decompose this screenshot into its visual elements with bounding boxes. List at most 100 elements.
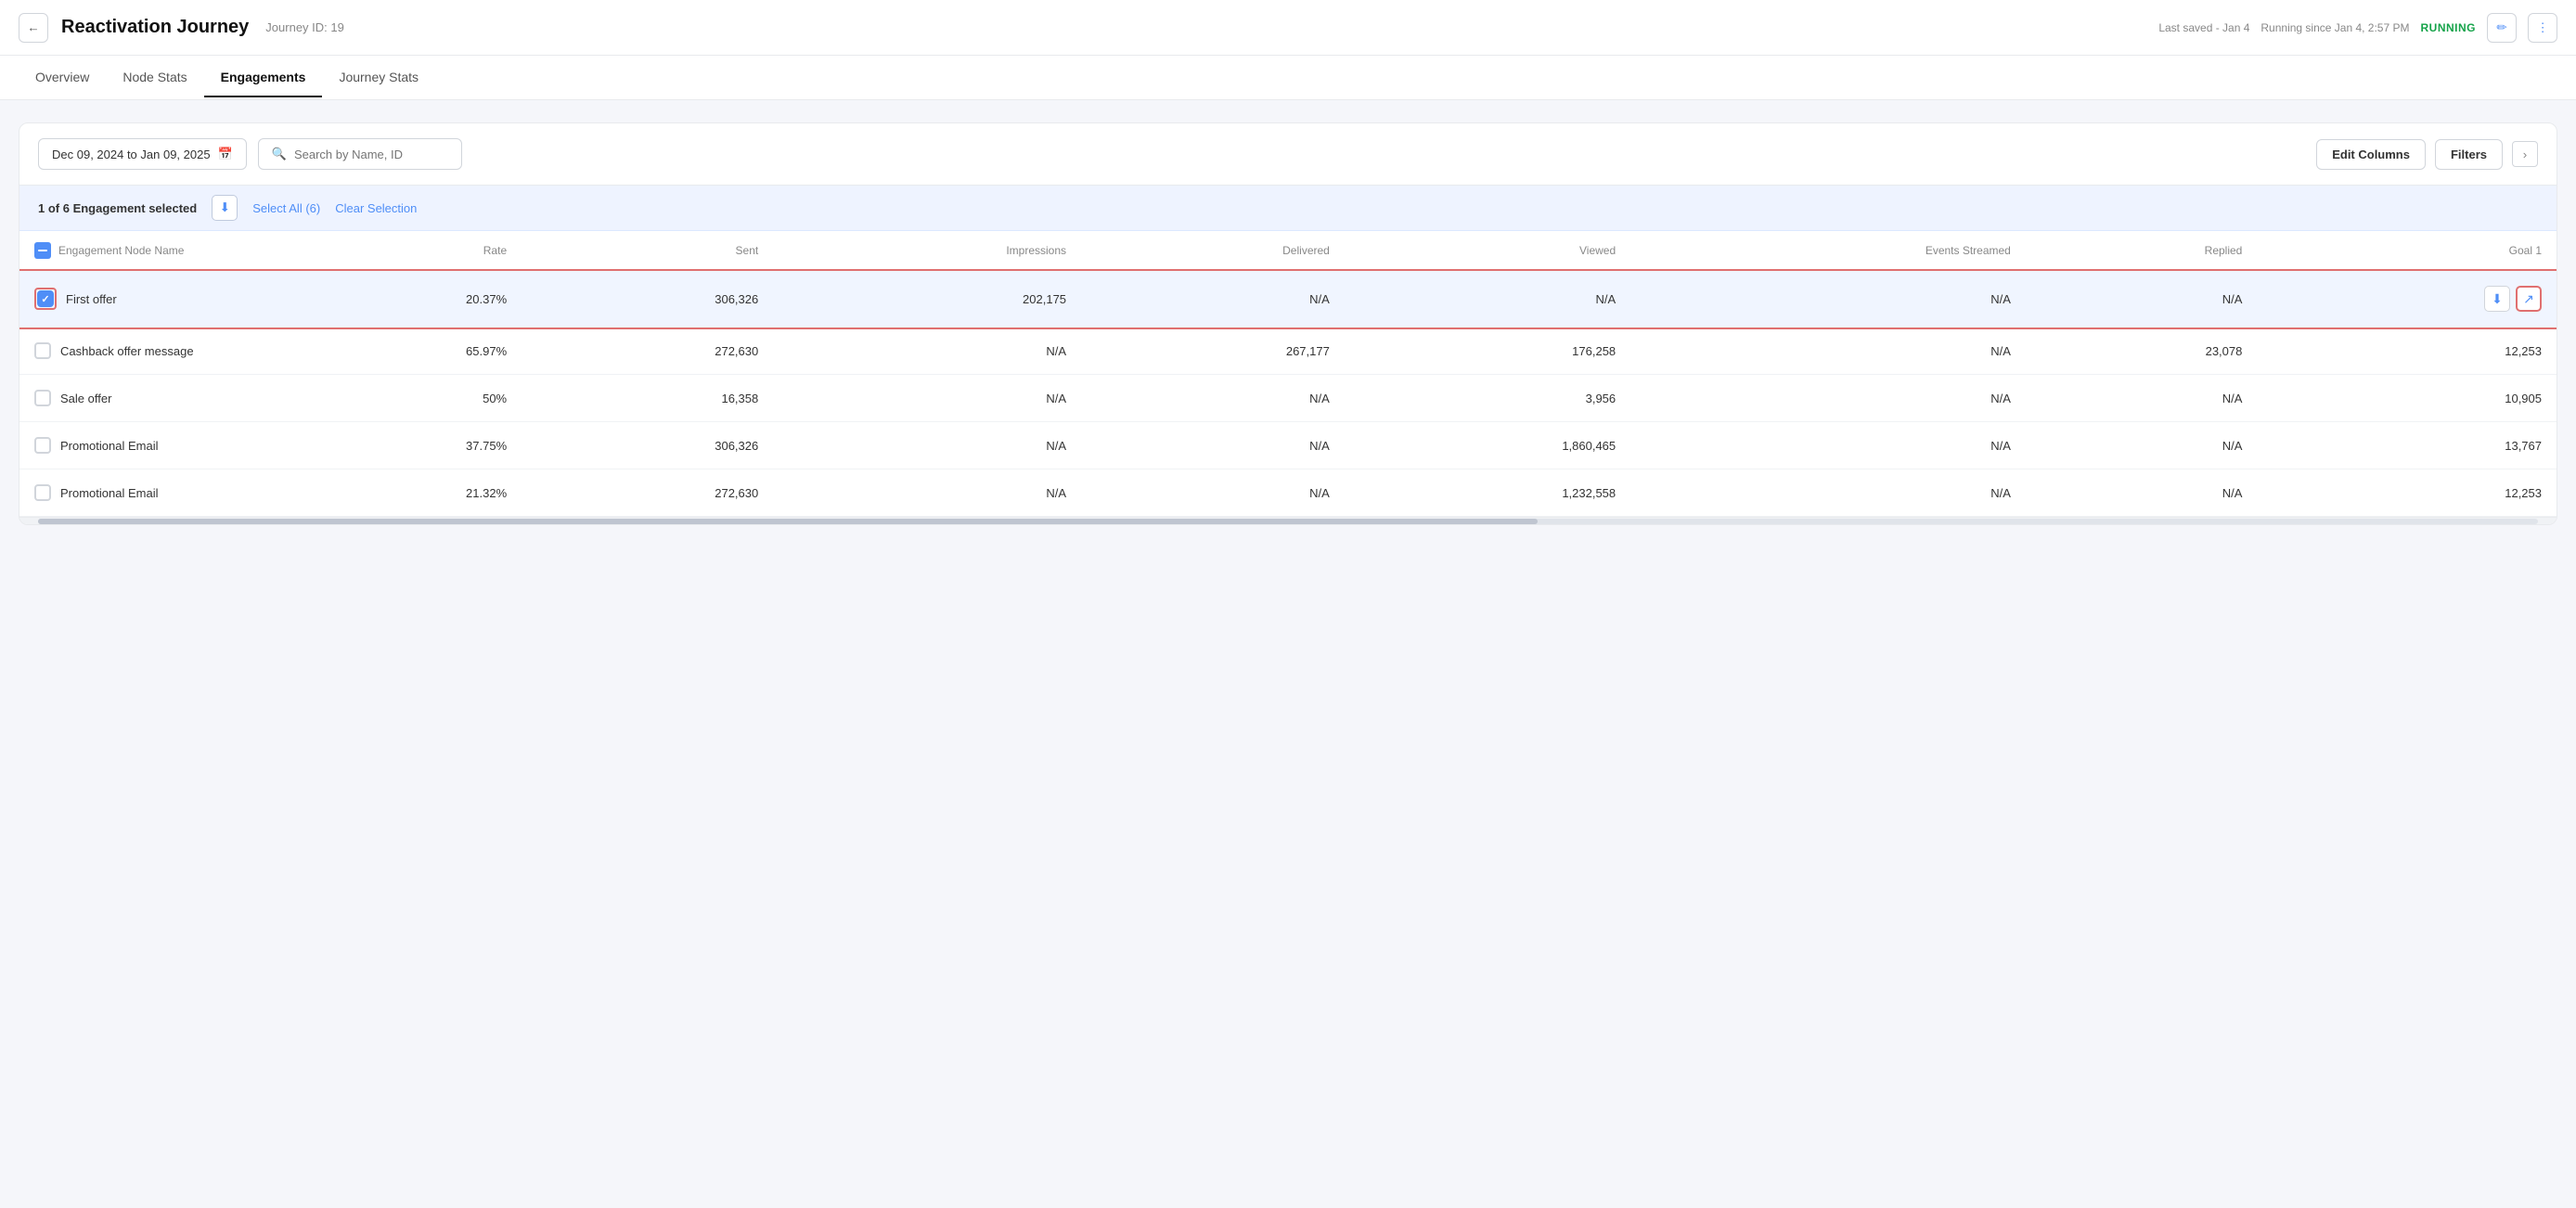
- row-sent: 306,326: [522, 422, 773, 469]
- row-impressions: N/A: [773, 469, 1081, 517]
- tab-overview[interactable]: Overview: [19, 58, 106, 97]
- clear-selection-link[interactable]: Clear Selection: [335, 201, 417, 215]
- row-selected-outline: [34, 288, 57, 310]
- row-events-streamed: N/A: [1630, 469, 2026, 517]
- row-engagement-name: Promotional Email: [60, 486, 159, 500]
- collapse-panel-button[interactable]: ›: [2512, 141, 2538, 167]
- tabs-bar: Overview Node Stats Engagements Journey …: [0, 56, 2576, 100]
- edit-icon: ✏: [2496, 20, 2506, 35]
- row-name-cell: Promotional Email: [19, 469, 279, 517]
- calendar-icon: 📅: [218, 147, 233, 161]
- table-header: Engagement Node Name Rate Sent Impressio…: [19, 231, 2557, 271]
- table-wrapper: Engagement Node Name Rate Sent Impressio…: [19, 231, 2557, 524]
- edit-icon-button[interactable]: ✏: [2487, 13, 2517, 43]
- engagements-table: Engagement Node Name Rate Sent Impressio…: [19, 231, 2557, 517]
- col-header-events-streamed: Events Streamed: [1630, 231, 2026, 271]
- row-goal1: ⬇ ↗: [2257, 271, 2557, 328]
- row-replied: N/A: [2026, 469, 2258, 517]
- row-replied: N/A: [2026, 375, 2258, 422]
- more-icon: ⋮: [2536, 20, 2548, 35]
- date-range-button[interactable]: Dec 09, 2024 to Jan 09, 2025 📅: [38, 138, 247, 170]
- col-header-replied: Replied: [2026, 231, 2258, 271]
- tab-node-stats[interactable]: Node Stats: [106, 58, 203, 97]
- row-download-button[interactable]: ⬇: [2484, 286, 2510, 312]
- row-delivered: N/A: [1081, 469, 1345, 517]
- app-header: ← Reactivation Journey Journey ID: 19 La…: [0, 0, 2576, 56]
- scrollbar-thumb: [38, 519, 1538, 524]
- row-sent: 272,630: [522, 328, 773, 375]
- row-rate: 65.97%: [279, 328, 522, 375]
- row-name-cell: Promotional Email: [19, 422, 279, 469]
- more-options-button[interactable]: ⋮: [2528, 13, 2557, 43]
- search-input[interactable]: [294, 148, 448, 161]
- horizontal-scrollbar[interactable]: [19, 517, 2557, 524]
- search-box: 🔍: [258, 138, 462, 170]
- header-left: ← Reactivation Journey Journey ID: 19: [19, 13, 344, 43]
- row-impressions: N/A: [773, 375, 1081, 422]
- row-external-link-button[interactable]: ↗: [2516, 286, 2542, 312]
- header-right: Last saved - Jan 4 Running since Jan 4, …: [2158, 13, 2557, 43]
- edit-columns-button[interactable]: Edit Columns: [2316, 139, 2426, 170]
- main-content: Dec 09, 2024 to Jan 09, 2025 📅 🔍 Edit Co…: [0, 100, 2576, 1208]
- row-sent: 272,630: [522, 469, 773, 517]
- download-selection-button[interactable]: ⬇: [212, 195, 238, 221]
- row-impressions: N/A: [773, 422, 1081, 469]
- row-events-streamed: N/A: [1630, 422, 2026, 469]
- chevron-right-icon: ›: [2523, 148, 2527, 161]
- col-header-goal1: Goal 1: [2257, 231, 2557, 271]
- toolbar-right: Edit Columns Filters ›: [2316, 139, 2538, 170]
- col-header-viewed: Viewed: [1345, 231, 1630, 271]
- download-icon: ⬇: [220, 200, 230, 215]
- row-checkbox[interactable]: [34, 437, 51, 454]
- row-engagement-name: Sale offer: [60, 392, 111, 405]
- tab-engagements[interactable]: Engagements: [204, 58, 323, 97]
- tab-journey-stats[interactable]: Journey Stats: [322, 58, 435, 97]
- row-goal1: 12,253: [2257, 328, 2557, 375]
- row-checkbox[interactable]: [34, 342, 51, 359]
- row-delivered: N/A: [1081, 271, 1345, 328]
- row-delivered: 267,177: [1081, 328, 1345, 375]
- row-rate: 21.32%: [279, 469, 522, 517]
- row-checkbox[interactable]: [34, 484, 51, 501]
- col-header-rate: Rate: [279, 231, 522, 271]
- col-header-name: Engagement Node Name: [19, 231, 279, 271]
- download-icon: ⬇: [2492, 291, 2503, 307]
- back-button[interactable]: ←: [19, 13, 48, 43]
- row-rate: 20.37%: [279, 271, 522, 328]
- col-header-sent: Sent: [522, 231, 773, 271]
- row-replied: 23,078: [2026, 328, 2258, 375]
- row-checkbox[interactable]: [34, 390, 51, 406]
- tabs-container: Overview Node Stats Engagements Journey …: [19, 58, 435, 97]
- row-events-streamed: N/A: [1630, 375, 2026, 422]
- scrollbar-track: [38, 519, 2538, 524]
- row-rate: 50%: [279, 375, 522, 422]
- filters-button[interactable]: Filters: [2435, 139, 2503, 170]
- col-header-delivered: Delivered: [1081, 231, 1345, 271]
- row-engagement-name: Promotional Email: [60, 439, 159, 453]
- row-viewed: 3,956: [1345, 375, 1630, 422]
- row-viewed: 1,860,465: [1345, 422, 1630, 469]
- selection-bar: 1 of 6 Engagement selected ⬇ Select All …: [19, 186, 2557, 231]
- selection-count-text: 1 of 6 Engagement selected: [38, 201, 197, 215]
- col-header-name-text: Engagement Node Name: [58, 244, 184, 257]
- row-actions: ⬇ ↗: [2272, 286, 2542, 312]
- row-name-cell: Sale offer: [19, 375, 279, 422]
- table-body: First offer 20.37% 306,326 202,175 N/A N…: [19, 271, 2557, 517]
- row-replied: N/A: [2026, 271, 2258, 328]
- row-events-streamed: N/A: [1630, 271, 2026, 328]
- toolbar: Dec 09, 2024 to Jan 09, 2025 📅 🔍 Edit Co…: [19, 123, 2557, 186]
- row-sent: 306,326: [522, 271, 773, 328]
- toolbar-left: Dec 09, 2024 to Jan 09, 2025 📅 🔍: [38, 138, 462, 170]
- table-row: Sale offer 50% 16,358 N/A N/A 3,956 N/A …: [19, 375, 2557, 422]
- row-impressions: N/A: [773, 328, 1081, 375]
- date-range-text: Dec 09, 2024 to Jan 09, 2025: [52, 148, 211, 161]
- row-name-cell: Cashback offer message: [19, 328, 279, 375]
- row-name-cell: First offer: [19, 271, 279, 328]
- search-icon: 🔍: [272, 147, 287, 161]
- running-status-badge: RUNNING: [2421, 21, 2477, 34]
- row-delivered: N/A: [1081, 422, 1345, 469]
- table-row: Promotional Email 37.75% 306,326 N/A N/A…: [19, 422, 2557, 469]
- row-checkbox[interactable]: [37, 290, 54, 307]
- running-since-meta: Running since Jan 4, 2:57 PM: [2260, 21, 2409, 34]
- select-all-link[interactable]: Select All (6): [252, 201, 320, 215]
